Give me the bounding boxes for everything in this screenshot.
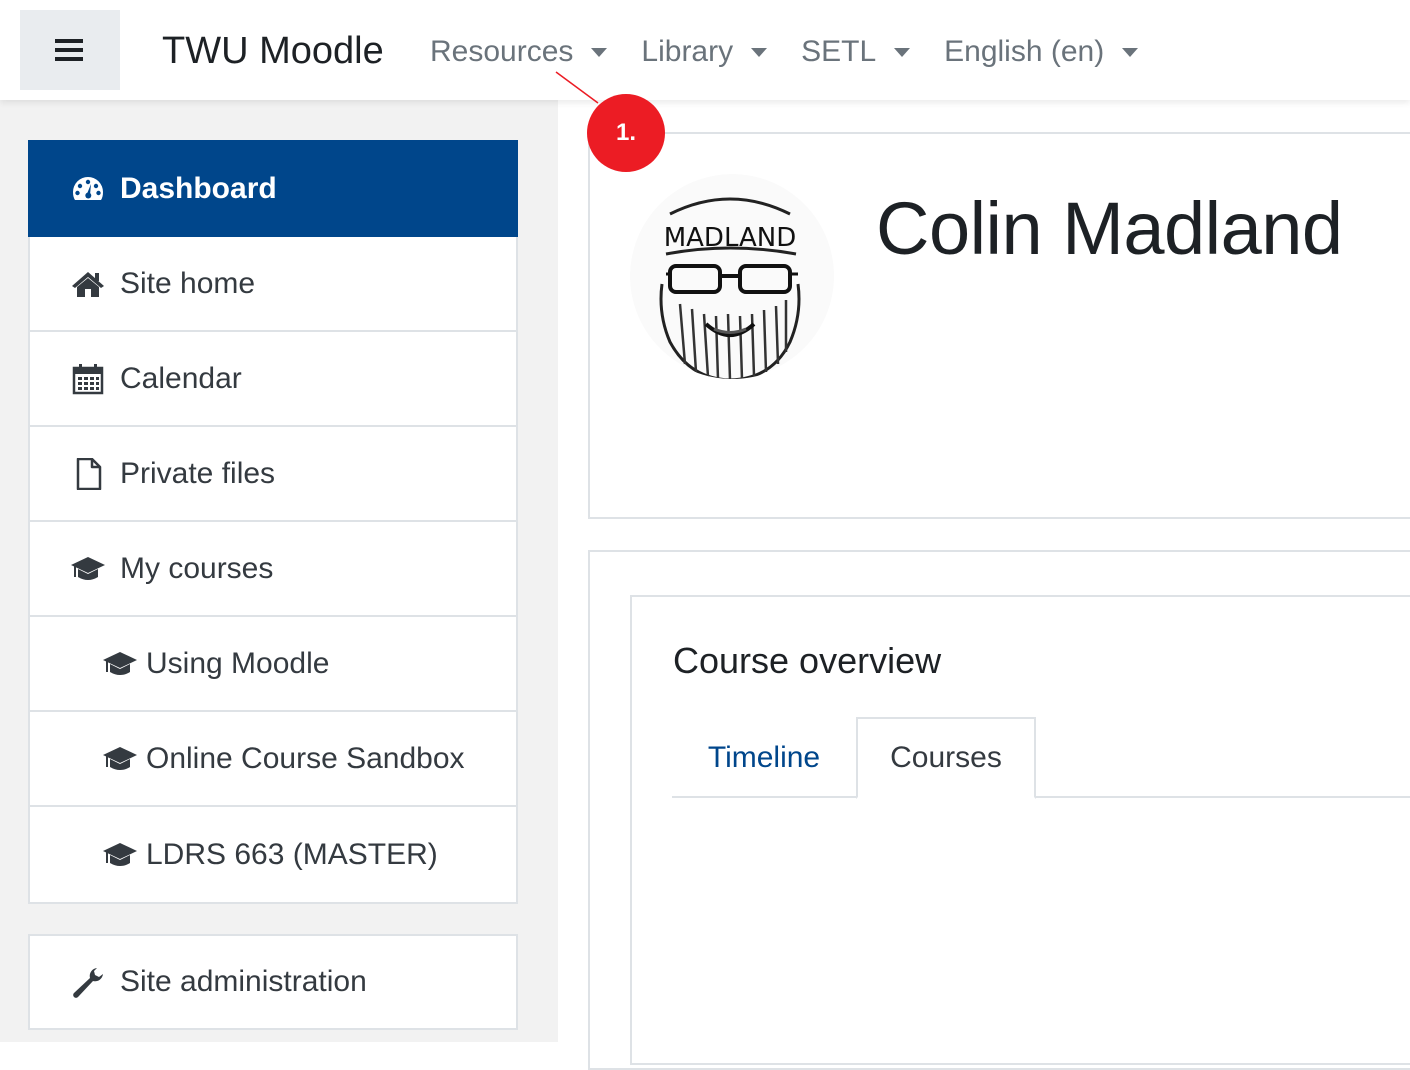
sidebar-item-site-administration[interactable]: Site administration (30, 936, 516, 1028)
step-badge: 1. (587, 94, 665, 172)
sidebar-item-label: Site home (120, 266, 256, 300)
sidebar-item-label: LDRS 663 (MASTER) (146, 837, 438, 871)
graduation-cap-icon (102, 839, 138, 871)
avatar-sketch: MADLAND (630, 174, 834, 379)
graduation-cap-icon (102, 648, 138, 680)
menu-label: Resources (430, 35, 574, 68)
site-name[interactable]: TWU Moodle (162, 30, 384, 73)
wrench-icon (70, 966, 106, 998)
nav-drawer-list: Dashboard Site home Calendar Private fil… (28, 140, 518, 904)
sidebar-item-label: My courses (120, 551, 274, 585)
calendar-icon (70, 363, 106, 395)
sidebar-item-label: Dashboard (120, 171, 277, 205)
chevron-down-icon (591, 47, 608, 57)
chevron-down-icon (894, 47, 911, 57)
course-overview-title: Course overview (673, 640, 942, 681)
sidebar-item-label: Using Moodle (146, 646, 330, 680)
tab-courses[interactable]: Courses (856, 717, 1036, 799)
menu-label: Library (641, 35, 734, 68)
course-overview-tabs: Timeline Courses (672, 717, 1410, 799)
menu-library[interactable]: Library (641, 35, 768, 69)
chevron-down-icon (751, 47, 768, 57)
sidebar-item-label: Online Course Sandbox (146, 741, 465, 775)
top-navbar: TWU Moodle Resources Library SETL Englis… (0, 0, 1410, 100)
sidebar-item-ldrs-663[interactable]: LDRS 663 (MASTER) (30, 807, 516, 902)
nav-drawer-admin: Site administration (28, 934, 518, 1030)
sidebar-item-calendar[interactable]: Calendar (30, 332, 516, 427)
menu-label: English (en) (944, 35, 1105, 68)
graduation-cap-icon (102, 743, 138, 775)
sidebar-item-label: Site administration (120, 965, 367, 998)
hamburger-icon (55, 39, 83, 61)
menu-resources[interactable]: Resources (430, 35, 608, 69)
sidebar-item-label: Private files (120, 456, 276, 490)
home-icon (70, 268, 106, 300)
sidebar-item-dashboard[interactable]: Dashboard (28, 140, 518, 237)
avatar[interactable]: MADLAND (630, 174, 835, 379)
file-icon (70, 457, 106, 490)
menu-label: SETL (801, 35, 877, 68)
sidebar-item-private-files[interactable]: Private files (30, 427, 516, 522)
dashboard-icon (70, 173, 106, 205)
sidebar-item-label: Calendar (120, 361, 242, 395)
primary-menus: Resources Library SETL English (en) (430, 32, 1139, 72)
menu-toggle-button[interactable] (20, 10, 120, 90)
sidebar-item-site-home[interactable]: Site home (30, 237, 516, 332)
sidebar-item-online-course-sandbox[interactable]: Online Course Sandbox (30, 712, 516, 807)
page-title: Colin Madland (876, 187, 1343, 270)
sidebar-item-using-moodle[interactable]: Using Moodle (30, 617, 516, 712)
page-header-card: MADLAND Colin Madland (588, 132, 1410, 519)
menu-setl[interactable]: SETL (801, 35, 911, 69)
language-menu[interactable]: English (en) (944, 35, 1139, 69)
graduation-cap-icon (70, 553, 106, 585)
chevron-down-icon (1122, 47, 1139, 57)
sidebar-item-my-courses[interactable]: My courses (30, 522, 516, 617)
tab-timeline[interactable]: Timeline (672, 717, 856, 798)
